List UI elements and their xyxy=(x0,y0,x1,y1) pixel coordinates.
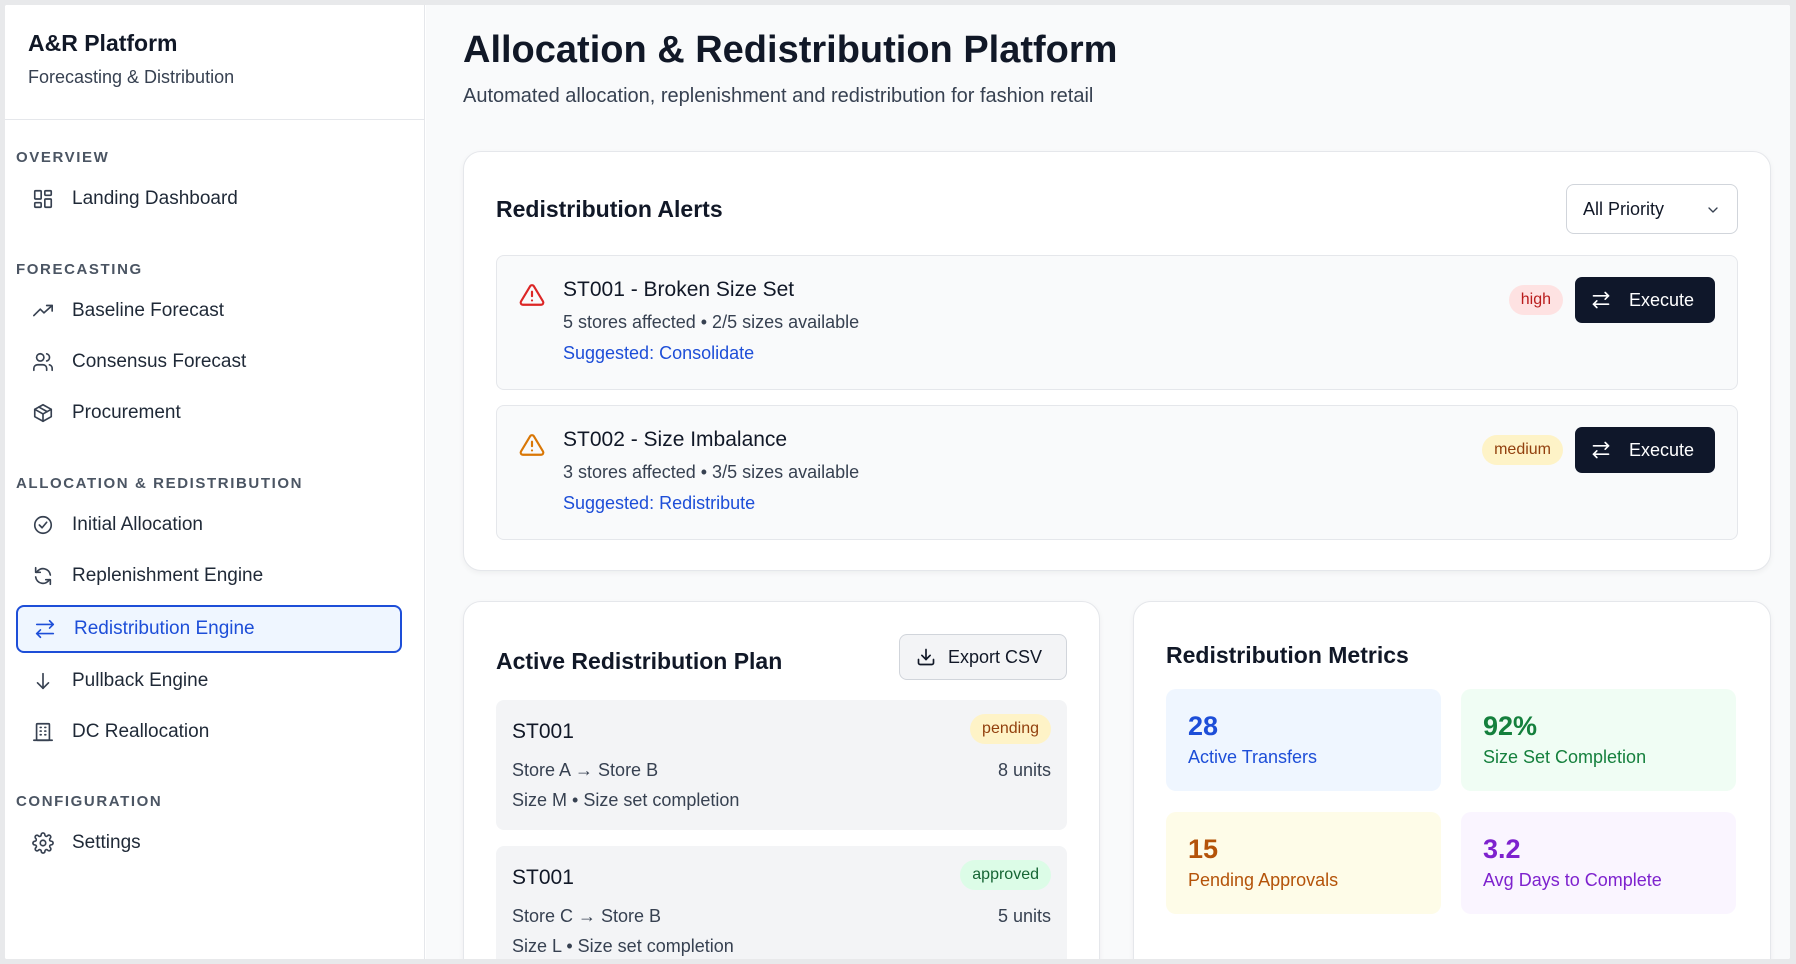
sidebar-item-initial-allocation[interactable]: Initial Allocation xyxy=(16,501,402,549)
nav-section-allocation: ALLOCATION & REDISTRIBUTION xyxy=(16,475,304,492)
chevron-down-icon xyxy=(1705,202,1721,223)
sidebar-item-label: Baseline Forecast xyxy=(72,300,225,321)
sidebar-item-label: Replenishment Engine xyxy=(72,565,264,586)
sidebar-item-label: Pullback Engine xyxy=(72,670,209,691)
plan-item[interactable]: ST001 approved Store C → Store B 5 units… xyxy=(496,846,1067,959)
metric-pending-approvals: 15 Pending Approvals xyxy=(1166,812,1441,914)
nav-section-forecasting: FORECASTING xyxy=(16,261,143,278)
metric-label: Active Transfers xyxy=(1188,747,1318,767)
page-title: Allocation & Redistribution Platform xyxy=(463,29,1118,71)
sidebar-item-label: Procurement xyxy=(72,402,181,423)
metric-label: Size Set Completion xyxy=(1483,747,1647,767)
alert-item: ST001 - Broken Size Set 5 stores affecte… xyxy=(496,255,1738,390)
select-value: All Priority xyxy=(1583,198,1665,219)
plan-detail: Size L • Size set completion xyxy=(512,936,734,956)
page-subtitle: Automated allocation, replenishment and … xyxy=(463,85,1094,107)
plan-item[interactable]: ST001 pending Store A → Store B 8 units … xyxy=(496,700,1067,830)
alert-suggestion[interactable]: Suggested: Redistribute xyxy=(563,493,755,514)
download-icon xyxy=(917,648,935,666)
alert-meta: 5 stores affected • 2/5 sizes available xyxy=(563,312,860,332)
sidebar-item-label: Settings xyxy=(72,832,141,853)
status-badge: approved xyxy=(960,860,1051,890)
sidebar-item-baseline-forecast[interactable]: Baseline Forecast xyxy=(16,287,402,335)
plan-route: Store C → Store B xyxy=(512,906,662,926)
priority-filter-select[interactable]: All Priority xyxy=(1566,184,1738,234)
arrows-swap-icon xyxy=(1592,291,1610,309)
metric-label: Avg Days to Complete xyxy=(1483,870,1662,890)
alert-title: ST001 - Broken Size Set xyxy=(563,278,795,301)
plan-store-id: ST001 xyxy=(512,720,574,743)
building-icon xyxy=(32,721,54,743)
sidebar-item-label: DC Reallocation xyxy=(72,721,210,742)
package-icon xyxy=(32,402,54,424)
metric-active-transfers: 28 Active Transfers xyxy=(1166,689,1441,791)
users-icon xyxy=(32,351,54,373)
plan-units: 8 units xyxy=(997,760,1051,780)
priority-badge: medium xyxy=(1482,435,1563,465)
arrows-swap-icon xyxy=(34,618,56,640)
arrow-down-icon xyxy=(32,670,54,692)
sidebar-item-replenishment-engine[interactable]: Replenishment Engine xyxy=(16,552,402,600)
grid-icon xyxy=(32,188,54,210)
metric-value: 3.2 xyxy=(1483,834,1521,864)
plan-route: Store A → Store B xyxy=(512,760,659,780)
execute-button[interactable]: Execute xyxy=(1575,277,1715,323)
app-window: A&R Platform Forecasting & Distribution … xyxy=(5,5,1790,959)
sidebar-item-dc-reallocation[interactable]: DC Reallocation xyxy=(16,708,402,756)
sidebar-item-label: Consensus Forecast xyxy=(72,351,247,372)
metric-value: 92% xyxy=(1483,711,1538,741)
nav-section-overview: OVERVIEW xyxy=(16,149,110,166)
sidebar-item-settings[interactable]: Settings xyxy=(16,819,402,867)
sidebar-item-label: Landing Dashboard xyxy=(72,188,238,209)
export-label: Export CSV xyxy=(948,646,1043,667)
redistribution-metrics-card: Redistribution Metrics 28 Active Transfe… xyxy=(1133,601,1771,959)
plan-detail: Size M • Size set completion xyxy=(512,790,740,810)
alert-title: ST002 - Size Imbalance xyxy=(563,428,788,451)
plan-store-id: ST001 xyxy=(512,866,574,889)
alert-item: ST002 - Size Imbalance 3 stores affected… xyxy=(496,405,1738,540)
metric-avg-days: 3.2 Avg Days to Complete xyxy=(1461,812,1736,914)
status-badge: pending xyxy=(970,714,1051,744)
brand-subtitle: Forecasting & Distribution xyxy=(28,67,235,87)
nav-section-configuration: CONFIGURATION xyxy=(16,793,163,810)
warning-triangle-icon xyxy=(519,432,545,463)
main-content: Allocation & Redistribution Platform Aut… xyxy=(426,5,1790,959)
sidebar-item-procurement[interactable]: Procurement xyxy=(16,389,402,437)
execute-button[interactable]: Execute xyxy=(1575,427,1715,473)
alert-suggestion[interactable]: Suggested: Consolidate xyxy=(563,343,754,364)
sidebar-item-landing-dashboard[interactable]: Landing Dashboard xyxy=(16,175,402,223)
card-title: Active Redistribution Plan xyxy=(496,648,783,674)
export-csv-button[interactable]: Export CSV xyxy=(899,634,1067,680)
metric-label: Pending Approvals xyxy=(1188,870,1339,890)
sidebar-item-consensus-forecast[interactable]: Consensus Forecast xyxy=(16,338,402,386)
arrows-swap-icon xyxy=(1592,441,1610,459)
trending-up-icon xyxy=(32,300,54,322)
sidebar-item-label: Initial Allocation xyxy=(72,514,203,535)
metric-value: 15 xyxy=(1188,834,1219,864)
sidebar-item-redistribution-engine[interactable]: Redistribution Engine xyxy=(16,605,402,653)
metric-size-set-completion: 92% Size Set Completion xyxy=(1461,689,1736,791)
redistribution-alerts-card: Redistribution Alerts All Priority ST001… xyxy=(463,151,1771,571)
plan-units: 5 units xyxy=(997,906,1051,926)
sidebar-item-pullback-engine[interactable]: Pullback Engine xyxy=(16,657,402,705)
active-redistribution-plan-card: Active Redistribution Plan Export CSV ST… xyxy=(463,601,1100,959)
brand: A&R Platform Forecasting & Distribution xyxy=(5,5,424,120)
execute-label: Execute xyxy=(1629,289,1695,310)
execute-label: Execute xyxy=(1629,439,1695,460)
card-title: Redistribution Metrics xyxy=(1166,642,1409,668)
refresh-icon xyxy=(32,565,54,587)
card-title: Redistribution Alerts xyxy=(496,196,723,222)
check-circle-icon xyxy=(32,514,54,536)
gear-icon xyxy=(32,832,54,854)
alert-meta: 3 stores affected • 3/5 sizes available xyxy=(563,462,860,482)
metric-value: 28 xyxy=(1188,711,1219,741)
priority-badge: high xyxy=(1508,285,1563,315)
warning-triangle-icon xyxy=(519,282,545,313)
brand-title: A&R Platform xyxy=(28,30,178,56)
sidebar-item-label: Redistribution Engine xyxy=(74,618,255,639)
sidebar: A&R Platform Forecasting & Distribution … xyxy=(5,5,425,959)
